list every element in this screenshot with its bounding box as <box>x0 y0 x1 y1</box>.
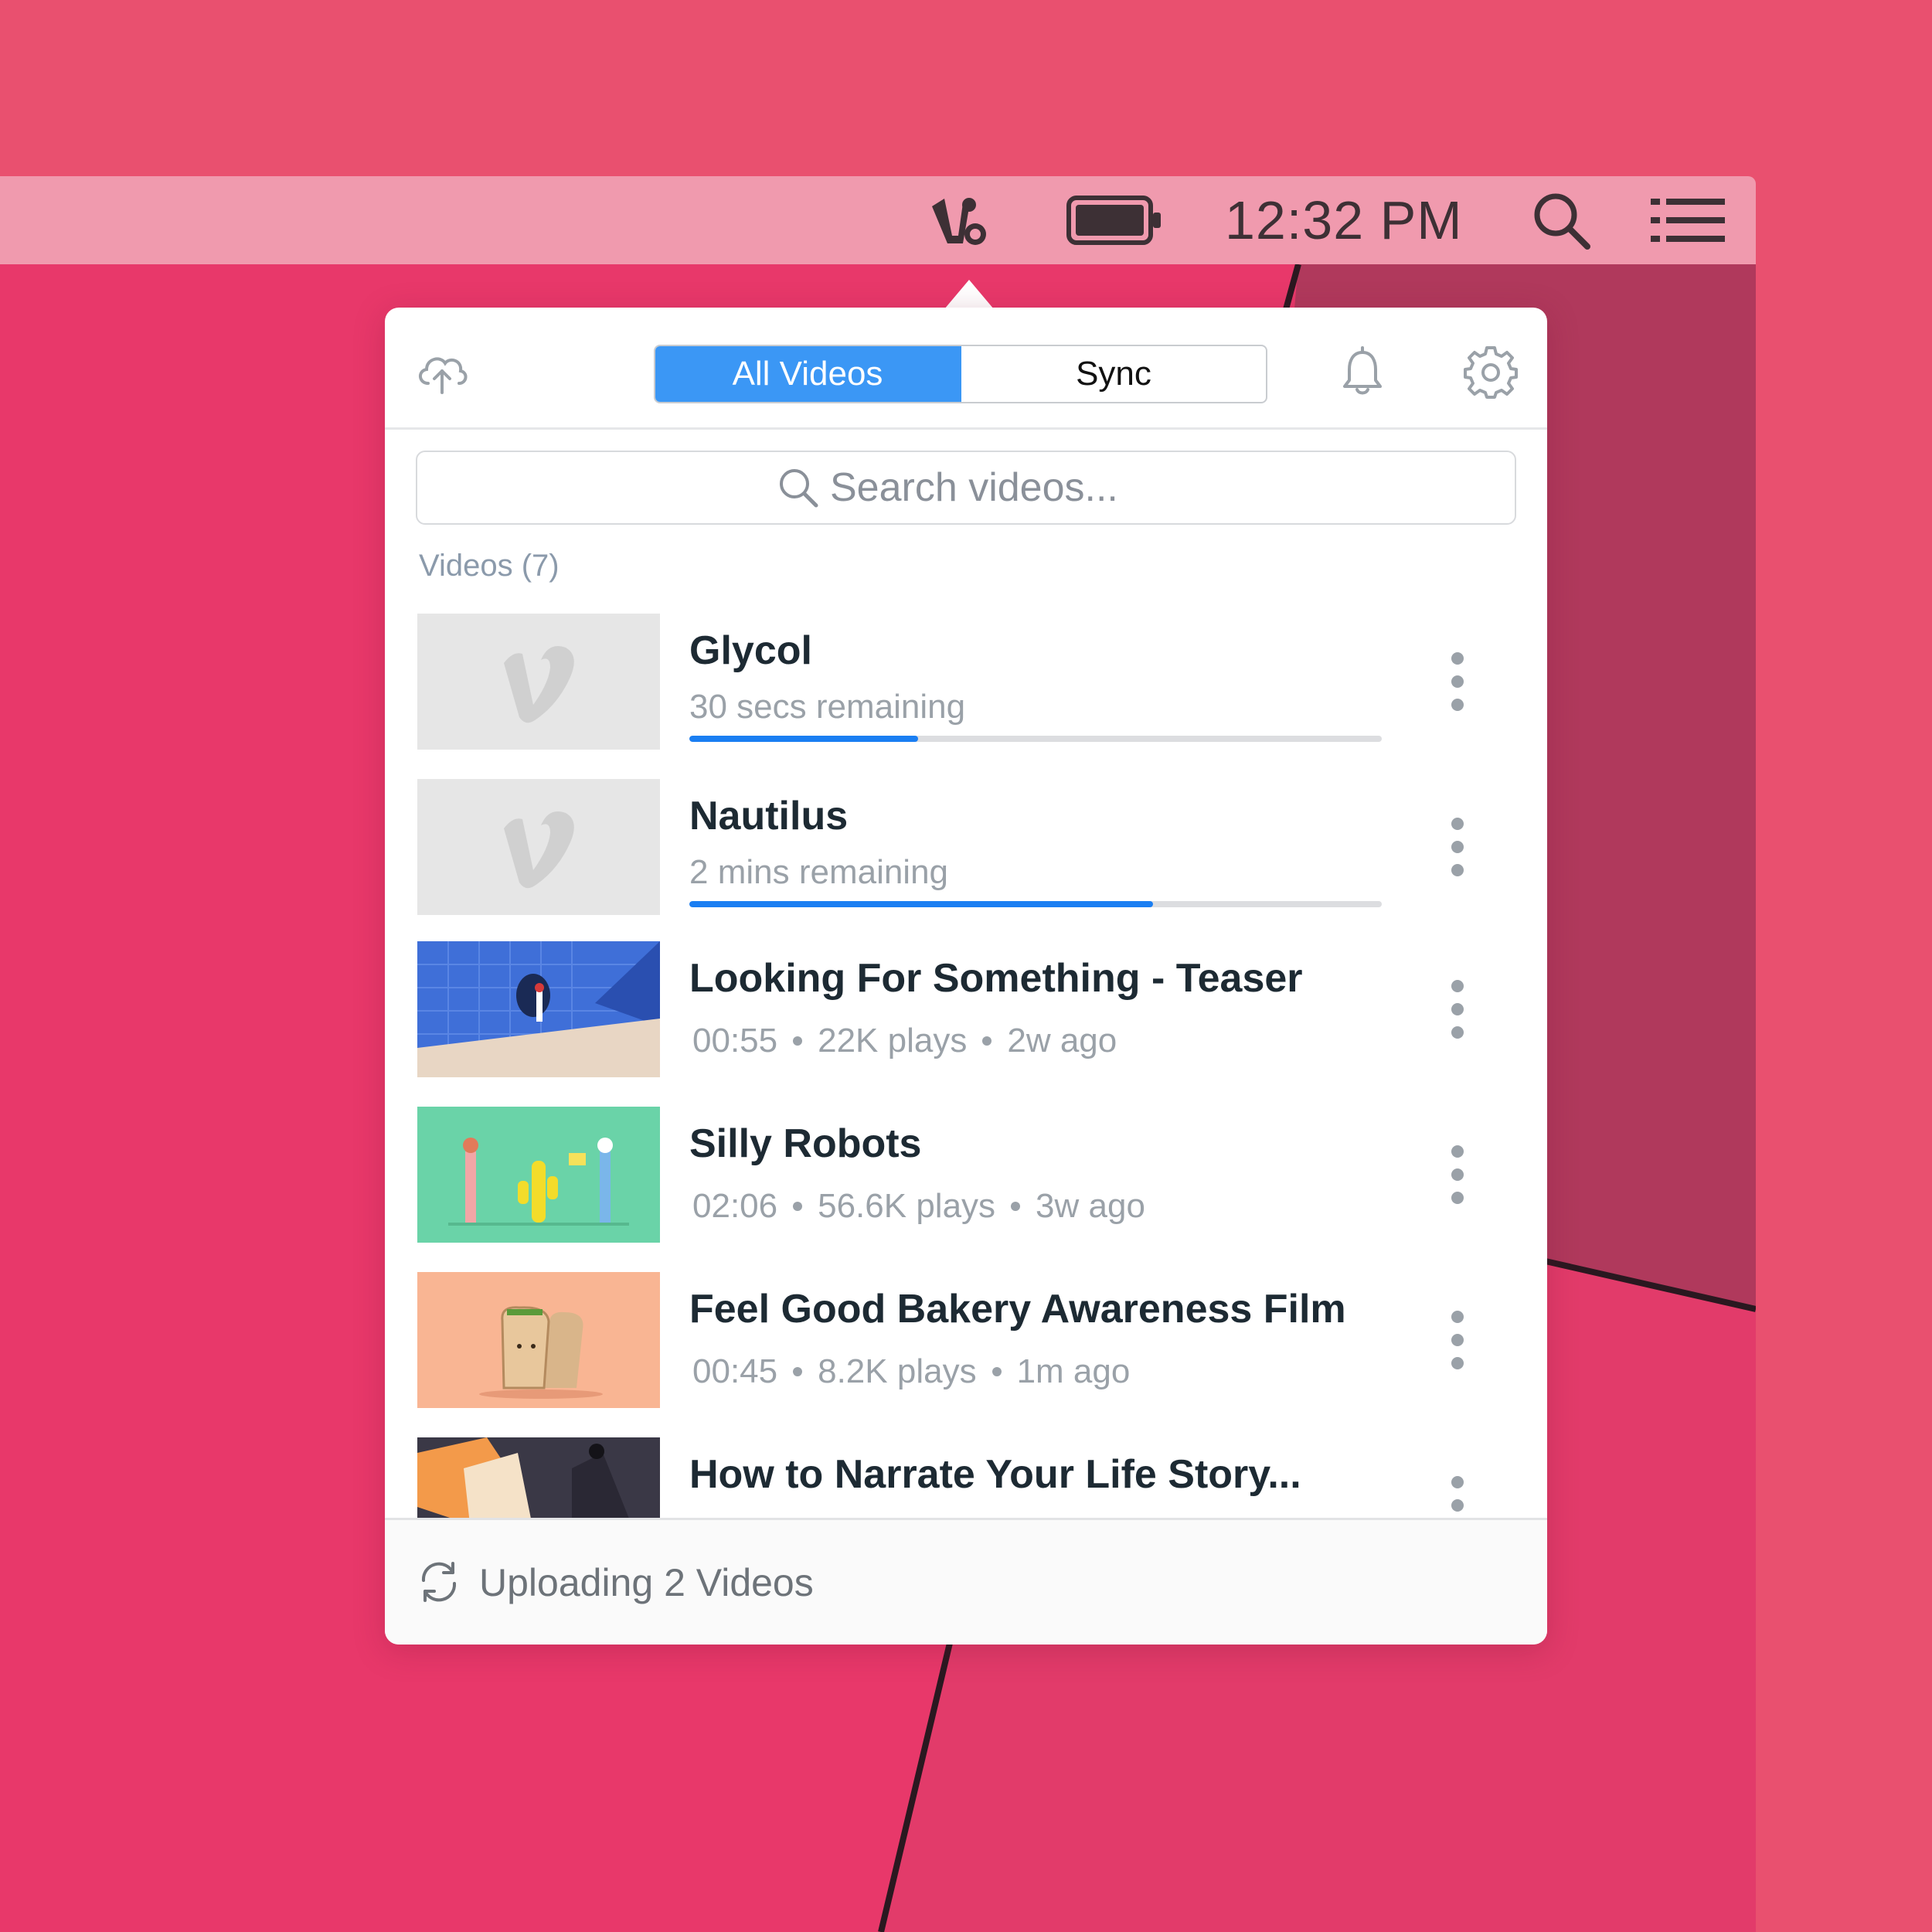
separator-dot <box>793 1202 803 1211</box>
video-meta: 00:45 8.2K plays 1m ago <box>692 1352 1130 1391</box>
upload-status-text: Uploading 2 Videos <box>479 1561 814 1604</box>
view-segmented-control: All Videos Sync <box>654 345 1267 403</box>
video-row-feel-good-bakery[interactable]: Feel Good Bakery Awareness Film 00:45 8.… <box>385 1272 1547 1408</box>
video-duration: 02:06 <box>692 1187 778 1225</box>
video-thumbnail-placeholder[interactable] <box>417 614 660 750</box>
bell-icon[interactable] <box>1335 345 1389 399</box>
video-age: 1m ago <box>1016 1352 1131 1390</box>
video-row-nautilus[interactable]: Nautilus 2 mins remaining <box>385 779 1547 915</box>
upload-status: 30 secs remaining <box>689 688 966 726</box>
video-plays: 56.6K plays <box>818 1187 996 1225</box>
vimeo-popover: All Videos Sync Videos (7) <box>385 308 1547 1645</box>
video-title[interactable]: Looking For Something - Teaser <box>689 955 1303 1002</box>
video-row-glycol[interactable]: Glycol 30 secs remaining <box>385 614 1547 750</box>
search-input[interactable] <box>830 464 1155 511</box>
video-meta: 02:06 56.6K plays 3w ago <box>692 1187 1145 1226</box>
video-title[interactable]: Glycol <box>689 628 812 674</box>
videos-count-label: Videos (7) <box>419 549 560 583</box>
video-plays: 22K plays <box>818 1022 968 1060</box>
upload-status: 2 mins remaining <box>689 853 949 891</box>
video-thumbnail[interactable] <box>417 941 660 1077</box>
video-thumbnail[interactable] <box>417 1272 660 1408</box>
video-title[interactable]: Silly Robots <box>689 1121 921 1167</box>
upload-progress-fill <box>689 736 918 742</box>
video-title[interactable]: Nautilus <box>689 793 848 839</box>
separator-dot <box>793 1367 803 1376</box>
popover-toolbar: All Videos Sync <box>385 308 1547 430</box>
upload-progress-bar <box>689 901 1382 907</box>
upload-status-footer: Uploading 2 Videos <box>385 1518 1547 1645</box>
upload-progress-fill <box>689 901 1154 907</box>
video-age: 3w ago <box>1036 1187 1145 1225</box>
menu-bar-clock[interactable]: 12:32 PM <box>1225 176 1463 264</box>
video-thumbnail[interactable] <box>417 1107 660 1243</box>
gear-icon[interactable] <box>1464 345 1518 399</box>
cloud-upload-icon[interactable] <box>414 345 468 399</box>
vimeo-upload-icon[interactable] <box>927 176 989 264</box>
video-plays: 8.2K plays <box>818 1352 977 1390</box>
more-options-icon[interactable] <box>1442 1311 1473 1369</box>
separator-dot <box>982 1036 992 1046</box>
upload-progress-bar <box>689 736 1382 742</box>
more-options-icon[interactable] <box>1442 652 1473 711</box>
video-thumbnail-placeholder[interactable] <box>417 779 660 915</box>
search-field[interactable] <box>416 451 1516 525</box>
video-row-silly-robots[interactable]: Silly Robots 02:06 56.6K plays 3w ago <box>385 1107 1547 1243</box>
search-icon[interactable] <box>1530 176 1592 264</box>
tab-all-videos[interactable]: All Videos <box>655 346 961 402</box>
tab-sync[interactable]: Sync <box>961 346 1266 402</box>
search-field-icon <box>780 469 818 508</box>
video-duration: 00:55 <box>692 1022 778 1060</box>
battery-icon[interactable] <box>1066 176 1162 264</box>
separator-dot <box>992 1367 1002 1376</box>
separator-dot <box>793 1036 803 1046</box>
more-options-icon[interactable] <box>1442 1145 1473 1204</box>
video-title[interactable]: Feel Good Bakery Awareness Film <box>689 1286 1346 1332</box>
menu-bar: 12:32 PM <box>0 176 1756 264</box>
video-list[interactable]: Glycol 30 secs remaining Nautilus 2 mins… <box>385 614 1547 1645</box>
popover-caret <box>944 280 994 309</box>
video-title[interactable]: How to Narrate Your Life Story... <box>689 1451 1301 1498</box>
sync-icon <box>416 1559 462 1605</box>
more-options-icon[interactable] <box>1442 980 1473 1039</box>
more-options-icon[interactable] <box>1442 818 1473 876</box>
video-row-looking-for-something[interactable]: Looking For Something - Teaser 00:55 22K… <box>385 941 1547 1077</box>
separator-dot <box>1011 1202 1021 1211</box>
list-icon[interactable] <box>1651 176 1725 264</box>
video-age: 2w ago <box>1007 1022 1117 1060</box>
video-meta: 00:55 22K plays 2w ago <box>692 1022 1117 1060</box>
video-duration: 00:45 <box>692 1352 778 1390</box>
